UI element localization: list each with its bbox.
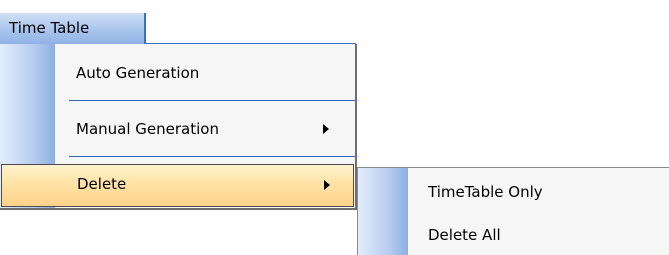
menu-item-delete[interactable]: Delete xyxy=(1,164,354,207)
menu-separator xyxy=(69,156,355,157)
menu-item-label: Auto Generation xyxy=(76,64,200,82)
menubar-item-time-table[interactable]: Time Table xyxy=(0,13,146,44)
submenu-item-timetable-only[interactable]: TimeTable Only xyxy=(358,173,669,213)
menu-screen: Time Table Auto Generation Manual Genera… xyxy=(0,0,669,255)
menu-separator xyxy=(69,100,355,101)
submenu-item-label: TimeTable Only xyxy=(428,183,543,201)
menu-item-manual-generation[interactable]: Manual Generation xyxy=(0,110,355,150)
menu-item-auto-generation[interactable]: Auto Generation xyxy=(0,54,355,94)
menubar-item-label: Time Table xyxy=(9,19,90,37)
submenu-arrow-icon xyxy=(323,124,329,134)
submenu-item-label: Delete All xyxy=(428,226,501,244)
menu-item-label: Manual Generation xyxy=(76,120,219,138)
time-table-dropdown-menu: Auto Generation Manual Generation Delete xyxy=(0,44,357,210)
submenu-arrow-icon xyxy=(324,180,330,190)
delete-submenu: TimeTable Only Delete All xyxy=(357,167,669,255)
menu-item-label: Delete xyxy=(77,175,127,193)
submenu-item-delete-all[interactable]: Delete All xyxy=(358,216,669,255)
